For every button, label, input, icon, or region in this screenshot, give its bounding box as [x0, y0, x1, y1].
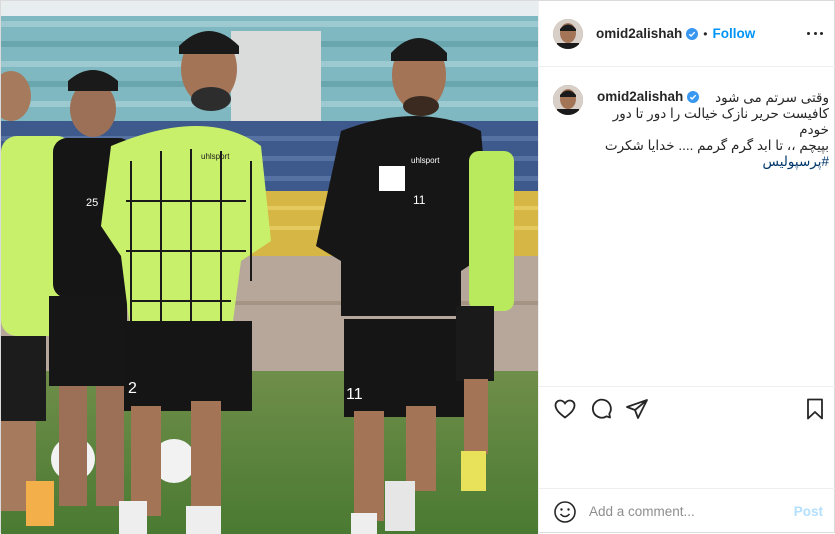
separator-dot: • — [703, 26, 708, 41]
post-photo[interactable]: 25 uhlsport 2 uhlsport 11 11 — [1, 1, 538, 534]
avatar-image — [553, 18, 583, 49]
shirt-number-right: 11 — [413, 193, 426, 207]
caption-avatar-image — [553, 85, 583, 115]
caption-author: omid2alishah — [597, 89, 700, 104]
jersey-brand-right: uhlsport — [411, 156, 440, 165]
username-link[interactable]: omid2alishah — [596, 26, 682, 41]
emoji-icon[interactable] — [553, 500, 577, 524]
verified-badge-icon — [686, 27, 699, 40]
comment-bar: Post — [539, 488, 835, 534]
jersey-number-back: 25 — [86, 197, 98, 209]
caption-verified-badge-icon — [687, 90, 700, 103]
jersey-brand-center: uhlsport — [201, 152, 230, 161]
comment-icon[interactable] — [589, 397, 613, 421]
post-header: omid2alishah • Follow — [539, 1, 835, 67]
caption-line-2: کافیست حریر نازک خیالت را دور تا دور خود… — [612, 106, 829, 137]
avatar[interactable] — [553, 18, 583, 49]
share-icon[interactable] — [625, 397, 649, 421]
post-side-panel: omid2alishah • Follow وقتی سرتم می شود ک… — [538, 1, 835, 534]
bookmark-icon[interactable] — [803, 397, 827, 421]
post-caption: وقتی سرتم می شود کافیست حریر نازک خیالت … — [539, 67, 835, 387]
shorts-number-center: 2 — [128, 380, 137, 397]
post-actions — [539, 387, 835, 427]
caption-avatar[interactable] — [553, 85, 583, 115]
training-photo-illustration: 25 uhlsport 2 uhlsport 11 11 — [1, 1, 538, 534]
hashtag-link[interactable]: #پرسپولیس — [763, 154, 829, 169]
caption-line-3: بپیچم ،، تا ابد گرم گرمم .... خدایا شکرت — [604, 138, 829, 153]
follow-button[interactable]: Follow — [712, 26, 755, 41]
more-options-icon[interactable] — [807, 25, 823, 41]
shorts-number-right: 11 — [346, 386, 363, 403]
caption-username-link[interactable]: omid2alishah — [597, 89, 683, 104]
heart-icon[interactable] — [553, 397, 577, 421]
instagram-post-frame: 25 uhlsport 2 uhlsport 11 11 omid2alisha… — [0, 0, 835, 534]
post-comment-button[interactable]: Post — [794, 504, 823, 519]
comment-input[interactable] — [589, 504, 794, 519]
